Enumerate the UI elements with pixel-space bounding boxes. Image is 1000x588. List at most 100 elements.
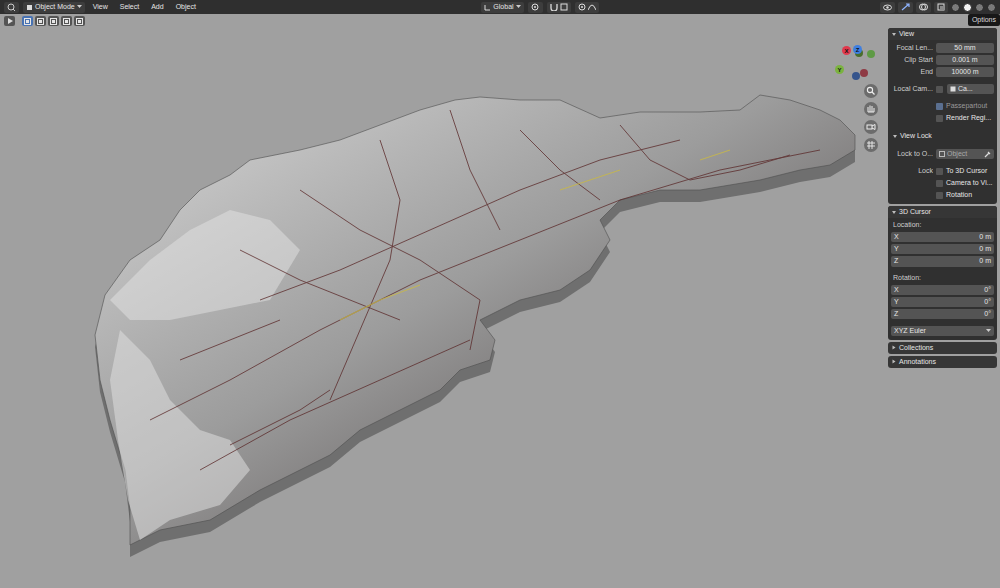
axis-handle[interactable]: X — [842, 46, 851, 55]
axis-field[interactable]: Z0° — [891, 309, 994, 319]
select-mode-button[interactable] — [74, 16, 85, 26]
property-label: End — [891, 68, 933, 76]
group-caption: Rotation: — [891, 274, 994, 283]
select-mode-button[interactable] — [22, 16, 33, 26]
toolbar-toggle-button[interactable] — [4, 16, 15, 26]
overlay-button[interactable] — [916, 2, 931, 13]
checkbox-label: Rotation — [946, 191, 972, 199]
checkbox-option[interactable]: Render Regi... — [936, 114, 994, 122]
shading-mode-button[interactable] — [963, 3, 972, 12]
axis-field[interactable]: X 0° — [891, 285, 994, 295]
section-title: 3D Cursor — [899, 208, 931, 216]
magnifier-icon — [866, 86, 876, 96]
orientation-dropdown[interactable]: Global — [481, 2, 523, 13]
section-body: Focal Len...50 mmClip Start0.001 mEnd100… — [888, 40, 997, 204]
orientation-label: Global — [493, 3, 513, 11]
axis-value: 0° — [984, 286, 991, 294]
viewport-header: Object Mode View Select Add Object Global — [0, 0, 1000, 14]
gizmo-toggle-button[interactable] — [898, 2, 913, 13]
axis-handle[interactable]: Y — [835, 65, 844, 74]
camera-field-value: Ca... — [958, 85, 973, 93]
rotation-mode-dropdown[interactable]: XYZ Euler — [891, 326, 994, 336]
proportional-edit-button[interactable] — [575, 2, 599, 13]
property-label: Local Cam... — [891, 85, 933, 93]
disclosure-arrow-icon[interactable] — [892, 33, 896, 36]
select-mode-icon — [37, 18, 44, 25]
checkbox-row: Rotation — [891, 190, 994, 200]
xray-button[interactable] — [934, 2, 948, 13]
visibility-button[interactable] — [880, 2, 895, 13]
camera-field[interactable]: Ca... — [947, 84, 994, 94]
section-title: Annotations — [899, 358, 936, 366]
negative-axis-handle[interactable] — [867, 50, 875, 58]
menu-item[interactable]: Select — [116, 3, 143, 11]
header-right-tools — [880, 2, 996, 13]
checkbox-row: Passepartout — [891, 101, 994, 111]
dropdown-arrow-icon — [516, 5, 521, 9]
disclosure-arrow-icon[interactable] — [893, 346, 896, 350]
axis-field[interactable]: Y0° — [891, 297, 994, 307]
checkbox[interactable] — [936, 180, 943, 187]
property-row: Focal Len...50 mm — [891, 43, 994, 53]
3d-viewport[interactable]: X Y Z ViewFocal Len...50 mmClip Start0.001… — [0, 14, 1000, 588]
projection-button[interactable] — [864, 138, 878, 152]
menu-item[interactable]: Object — [172, 3, 200, 11]
subpanel-header[interactable]: View Lock — [891, 130, 994, 142]
pan-button[interactable] — [864, 102, 878, 116]
section-header[interactable]: Annotations — [888, 356, 997, 368]
object-picker-field[interactable]: Object — [936, 149, 994, 159]
checkbox-option[interactable]: Rotation — [936, 191, 994, 199]
object-placeholder: Object — [947, 150, 982, 158]
number-field[interactable]: 10000 m — [936, 67, 994, 77]
section-header[interactable]: 3D Cursor — [888, 206, 997, 218]
checkbox-option[interactable]: To 3D Cursor — [936, 167, 994, 175]
checkbox-option: Passepartout — [936, 102, 994, 110]
axis-value: 0° — [984, 310, 991, 318]
dropdown-arrow-icon — [986, 329, 991, 333]
tooltip: Options — [968, 14, 1000, 26]
axis-field[interactable]: Z0 m — [891, 256, 994, 266]
axis-field[interactable]: Y0 m — [891, 244, 994, 254]
eyedropper-icon — [984, 151, 991, 158]
number-field[interactable]: 50 mm — [936, 43, 994, 53]
disclosure-arrow-icon[interactable] — [893, 360, 896, 364]
section-header[interactable]: View — [888, 28, 997, 40]
axis-field[interactable]: X0 m — [891, 232, 994, 242]
menu-item[interactable]: View — [89, 3, 112, 11]
shading-mode-button[interactable] — [975, 3, 984, 12]
axis-handle[interactable]: Z — [853, 45, 862, 54]
checkbox[interactable] — [936, 168, 943, 175]
negative-axis-handle[interactable] — [860, 69, 868, 77]
checkbox[interactable] — [936, 192, 943, 199]
axis-label: X — [894, 286, 899, 294]
shading-mode-button[interactable] — [987, 3, 996, 12]
menu-item[interactable]: Add — [147, 3, 167, 11]
axis-value: 0 m — [979, 245, 991, 253]
disclosure-arrow-icon[interactable] — [892, 211, 896, 214]
checkbox[interactable] — [936, 103, 943, 110]
checkbox-label: To 3D Cursor — [946, 167, 987, 175]
select-mode-button[interactable] — [61, 16, 72, 26]
terrain-model[interactable] — [0, 14, 1000, 588]
negative-axis-handle[interactable] — [852, 72, 860, 80]
editor-type-button[interactable] — [4, 2, 19, 13]
road-lines — [150, 110, 820, 470]
select-mode-button[interactable] — [35, 16, 46, 26]
mode-dropdown[interactable]: Object Mode — [23, 2, 85, 13]
zoom-button[interactable] — [864, 84, 878, 98]
camera-view-button[interactable] — [864, 120, 878, 134]
snap-button[interactable] — [547, 2, 571, 13]
checkbox[interactable] — [936, 86, 943, 93]
grid-icon — [866, 140, 876, 150]
pivot-button[interactable] — [528, 2, 543, 13]
disclosure-arrow-icon[interactable] — [893, 135, 897, 138]
number-field[interactable]: 0.001 m — [936, 55, 994, 65]
select-mode-button[interactable] — [48, 16, 59, 26]
navigation-gizmo[interactable]: X Y Z — [832, 38, 876, 82]
axis-value: 0 m — [979, 233, 991, 241]
editor-type-icon — [7, 3, 16, 11]
shading-mode-button[interactable] — [951, 3, 960, 12]
checkbox[interactable] — [936, 115, 943, 122]
checkbox-option[interactable]: Camera to Vi... — [936, 179, 994, 187]
section-header[interactable]: Collections — [888, 342, 997, 354]
